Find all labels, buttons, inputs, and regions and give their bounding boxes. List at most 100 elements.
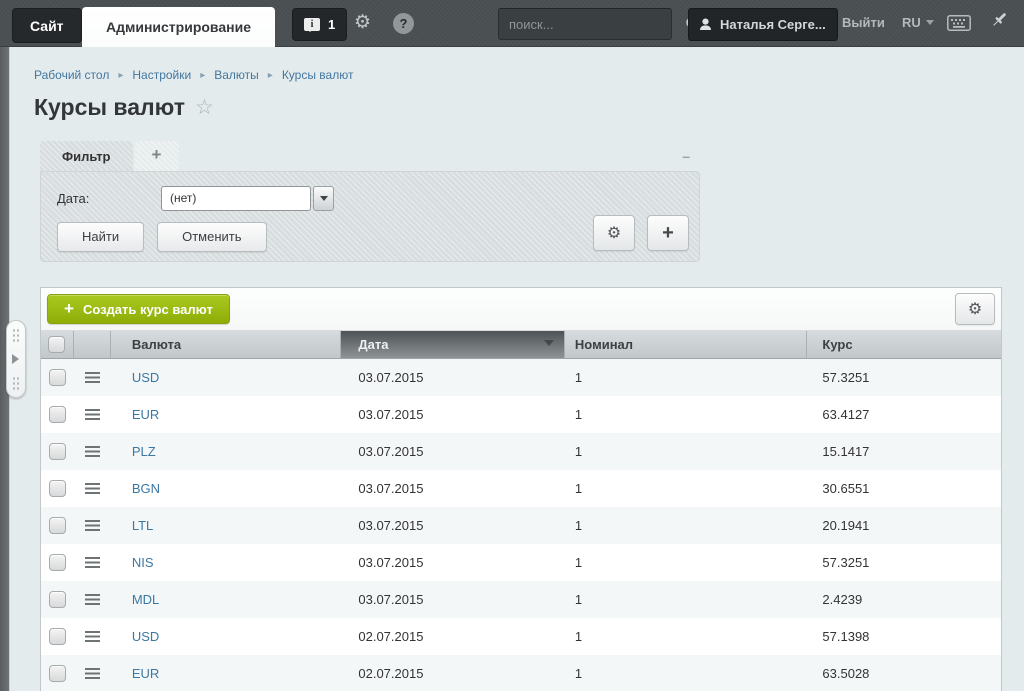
page-title: Курсы валют: [34, 94, 185, 121]
notification-count: 1: [328, 17, 335, 32]
sidebar-expand-handle[interactable]: [6, 320, 26, 398]
currency-link[interactable]: USD: [132, 629, 159, 644]
row-checkbox[interactable]: [49, 369, 66, 386]
rate-cell: 15.1417: [807, 433, 1001, 470]
rate-cell: 57.3251: [807, 544, 1001, 581]
column-header-nominal[interactable]: Номинал: [565, 331, 807, 358]
rate-cell: 30.6551: [807, 470, 1001, 507]
row-menu-icon[interactable]: [85, 372, 100, 383]
pin-icon[interactable]: [988, 10, 1010, 34]
cancel-button[interactable]: Отменить: [157, 222, 266, 252]
currency-link[interactable]: EUR: [132, 407, 159, 422]
breadcrumb-desktop[interactable]: Рабочий стол: [34, 68, 109, 82]
nominal-cell: 1: [565, 507, 807, 544]
filter-tabs: Фильтр + –: [40, 141, 700, 171]
row-checkbox[interactable]: [49, 665, 66, 682]
table-row: BGN 03.07.2015 1 30.6551: [41, 470, 1001, 507]
date-filter-value: (нет): [161, 186, 311, 211]
date-filter-select[interactable]: (нет): [161, 186, 334, 211]
currency-rates-grid: + Создать курс валют ⚙ Валюта Дата Номин…: [40, 287, 1002, 691]
rate-cell: 63.4127: [807, 396, 1001, 433]
find-button[interactable]: Найти: [57, 222, 144, 252]
add-filter-tab-button[interactable]: +: [135, 141, 179, 171]
breadcrumb-separator-icon: ▸: [118, 70, 123, 81]
currency-link[interactable]: USD: [132, 370, 159, 385]
breadcrumb: Рабочий стол ▸ Настройки ▸ Валюты ▸ Курс…: [34, 68, 353, 82]
date-cell: 03.07.2015: [341, 396, 565, 433]
tab-administration[interactable]: Администрирование: [82, 7, 275, 47]
date-cell: 02.07.2015: [341, 655, 565, 691]
chevron-down-icon: [926, 20, 934, 29]
tab-filter[interactable]: Фильтр: [40, 141, 133, 171]
search-input[interactable]: [509, 17, 685, 32]
breadcrumb-separator-icon: ▸: [268, 70, 273, 81]
create-rate-button[interactable]: + Создать курс валют: [47, 294, 230, 324]
language-selector[interactable]: RU: [902, 15, 934, 30]
logout-link[interactable]: Выйти: [842, 15, 885, 30]
breadcrumb-currencies[interactable]: Валюты: [214, 68, 259, 82]
grid-toolbar: + Создать курс валют ⚙: [41, 288, 1001, 331]
rate-cell: 20.1941: [807, 507, 1001, 544]
table-header: Валюта Дата Номинал Курс: [41, 331, 1001, 359]
help-icon[interactable]: ?: [393, 13, 414, 34]
breadcrumb-currency-rates[interactable]: Курсы валют: [282, 68, 354, 82]
filter-settings-gear-button[interactable]: ⚙: [593, 215, 635, 251]
row-checkbox[interactable]: [49, 443, 66, 460]
search-box: [498, 8, 672, 40]
row-menu-header: [74, 331, 111, 358]
row-checkbox[interactable]: [49, 517, 66, 534]
table-row: MDL 03.07.2015 1 2.4239: [41, 581, 1001, 618]
currency-link[interactable]: EUR: [132, 666, 159, 681]
table-row: EUR 02.07.2015 1 63.5028: [41, 655, 1001, 691]
table-row: PLZ 03.07.2015 1 15.1417: [41, 433, 1001, 470]
user-menu-button[interactable]: Наталья Серге...: [688, 8, 838, 41]
row-checkbox[interactable]: [49, 406, 66, 423]
row-checkbox[interactable]: [49, 554, 66, 571]
row-menu-icon[interactable]: [85, 520, 100, 531]
rate-cell: 2.4239: [807, 581, 1001, 618]
nominal-cell: 1: [565, 618, 807, 655]
user-icon: [699, 18, 712, 31]
currency-link[interactable]: BGN: [132, 481, 160, 496]
favorite-star-icon[interactable]: ☆: [195, 98, 214, 118]
currency-link[interactable]: LTL: [132, 518, 153, 533]
row-menu-icon[interactable]: [85, 631, 100, 642]
row-checkbox[interactable]: [49, 480, 66, 497]
table-row: USD 03.07.2015 1 57.3251: [41, 359, 1001, 396]
currency-link[interactable]: MDL: [132, 592, 159, 607]
date-cell: 03.07.2015: [341, 433, 565, 470]
filter-panel: Дата: (нет) Найти Отменить ⚙ +: [40, 171, 700, 262]
select-dropdown-button[interactable]: [313, 186, 334, 211]
notification-bubble-icon: i: [304, 18, 320, 31]
sort-desc-icon: [544, 340, 554, 351]
row-menu-icon[interactable]: [85, 483, 100, 494]
select-all-checkbox[interactable]: [48, 336, 65, 353]
date-cell: 03.07.2015: [341, 470, 565, 507]
filter-add-button[interactable]: +: [647, 215, 689, 251]
row-menu-icon[interactable]: [85, 409, 100, 420]
row-checkbox[interactable]: [49, 628, 66, 645]
column-header-date[interactable]: Дата: [341, 331, 565, 358]
tab-site[interactable]: Сайт: [12, 8, 82, 43]
row-menu-icon[interactable]: [85, 668, 100, 679]
rate-cell: 63.5028: [807, 655, 1001, 691]
column-header-rate[interactable]: Курс: [807, 331, 1001, 358]
keyboard-icon[interactable]: [947, 15, 971, 31]
settings-gear-icon[interactable]: ⚙: [354, 11, 371, 35]
breadcrumb-settings[interactable]: Настройки: [132, 68, 191, 82]
date-cell: 03.07.2015: [341, 359, 565, 396]
row-menu-icon[interactable]: [85, 446, 100, 457]
user-name: Наталья Серге...: [720, 17, 826, 32]
row-checkbox[interactable]: [49, 591, 66, 608]
currency-link[interactable]: NIS: [132, 555, 154, 570]
currency-link[interactable]: PLZ: [132, 444, 156, 459]
row-menu-icon[interactable]: [85, 594, 100, 605]
column-header-date-label: Дата: [358, 337, 388, 352]
row-menu-icon[interactable]: [85, 557, 100, 568]
table-row: NIS 03.07.2015 1 57.3251: [41, 544, 1001, 581]
grid-settings-gear-button[interactable]: ⚙: [955, 293, 995, 325]
drag-dots: [12, 376, 20, 390]
column-header-currency[interactable]: Валюта: [111, 331, 342, 358]
notifications-button[interactable]: i 1: [292, 8, 347, 41]
minimize-filter-button[interactable]: –: [682, 149, 690, 163]
